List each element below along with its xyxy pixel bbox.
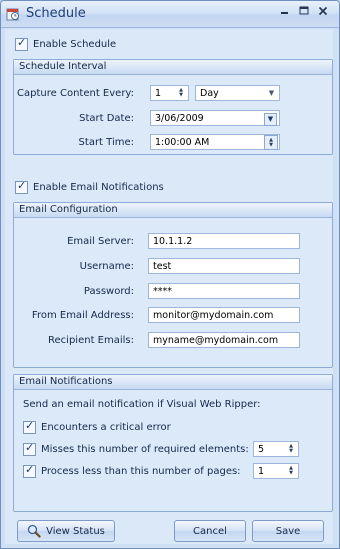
username-label: Username: bbox=[79, 261, 134, 272]
start-date-label: Start Date: bbox=[79, 113, 134, 124]
start-time-label: Start Time: bbox=[78, 137, 134, 148]
calendar-dropdown-icon[interactable]: ▼ bbox=[264, 113, 277, 126]
checkbox-box[interactable]: ✓ bbox=[15, 178, 28, 194]
check-icon: ✓ bbox=[17, 178, 27, 192]
start-date-value: 3/06/2009 bbox=[155, 113, 204, 124]
enable-email-label: Enable Email Notifications bbox=[33, 181, 164, 193]
title-bar[interactable]: Schedule bbox=[1, 1, 339, 28]
recipient-emails-label: Recipient Emails: bbox=[48, 335, 134, 346]
email-configuration-group: Email Configuration Email Server: 10.1.1… bbox=[13, 202, 333, 368]
few-pages-spinner[interactable]: 1 ▲ ▼ bbox=[253, 463, 299, 479]
missing-elements-spinner[interactable]: 5 ▲ ▼ bbox=[253, 441, 299, 457]
few-pages-checkbox[interactable]: ✓ Process less than this number of pages… bbox=[23, 463, 241, 479]
capture-every-spinner[interactable]: 1 ▲ ▼ bbox=[150, 85, 189, 101]
cancel-label: Cancel bbox=[193, 525, 227, 537]
critical-error-checkbox[interactable]: ✓ Encounters a critical error bbox=[23, 419, 171, 435]
capture-every-label: Capture Content Every: bbox=[17, 88, 134, 99]
email-server-input[interactable]: 10.1.1.2 bbox=[148, 233, 300, 249]
maximize-button[interactable] bbox=[295, 5, 313, 21]
missing-elements-value: 5 bbox=[258, 444, 265, 455]
from-email-input[interactable]: monitor@mydomain.com bbox=[148, 307, 300, 323]
password-input[interactable]: **** bbox=[148, 283, 300, 299]
capture-unit-dropdown[interactable]: Day ▼ bbox=[195, 85, 280, 101]
view-status-button[interactable]: View Status bbox=[17, 520, 115, 542]
enable-email-checkbox[interactable]: ✓ Enable Email Notifications bbox=[15, 179, 164, 195]
dialog-content: ✓ Enable Schedule Schedule Interval Capt… bbox=[5, 29, 333, 544]
notification-intro-text: Send an email notification if Visual Web… bbox=[23, 399, 261, 410]
chevron-down-icon[interactable]: ▼ bbox=[266, 88, 277, 99]
email-notifications-group: Email Notifications Send an email notifi… bbox=[13, 374, 333, 512]
cancel-button[interactable]: Cancel bbox=[174, 520, 246, 542]
group-header: Email Notifications bbox=[14, 375, 332, 390]
enable-schedule-checkbox[interactable]: ✓ Enable Schedule bbox=[15, 36, 116, 52]
username-input[interactable]: test bbox=[148, 258, 300, 274]
save-label: Save bbox=[275, 525, 301, 537]
email-server-label: Email Server: bbox=[67, 236, 134, 247]
start-date-picker[interactable]: 3/06/2009 ▼ bbox=[150, 110, 280, 126]
schedule-interval-group: Schedule Interval Capture Content Every:… bbox=[13, 59, 333, 155]
missing-elements-checkbox[interactable]: ✓ Misses this number of required element… bbox=[23, 441, 249, 457]
close-button[interactable] bbox=[314, 5, 332, 21]
magnifier-icon bbox=[27, 524, 41, 538]
start-time-value: 1:00:00 AM bbox=[155, 137, 210, 148]
group-header: Schedule Interval bbox=[14, 60, 332, 75]
check-icon: ✓ bbox=[25, 418, 35, 432]
spin-arrows-icon[interactable]: ▲ ▼ bbox=[285, 443, 297, 455]
minimize-button[interactable] bbox=[276, 5, 294, 21]
checkbox-box[interactable]: ✓ bbox=[23, 418, 36, 434]
spin-arrows-icon[interactable]: ▲ ▼ bbox=[285, 465, 297, 477]
save-button[interactable]: Save bbox=[252, 520, 324, 542]
password-label: Password: bbox=[83, 286, 134, 297]
group-header: Email Configuration bbox=[14, 203, 332, 218]
few-pages-value: 1 bbox=[258, 466, 265, 477]
spin-arrows-icon[interactable]: ▲ ▼ bbox=[264, 135, 278, 150]
recipient-emails-input[interactable]: myname@mydomain.com bbox=[148, 332, 300, 348]
checkbox-box[interactable]: ✓ bbox=[23, 440, 36, 456]
from-email-label: From Email Address: bbox=[31, 310, 134, 321]
capture-unit-value: Day bbox=[200, 88, 219, 99]
check-icon: ✓ bbox=[25, 462, 35, 476]
view-status-label: View Status bbox=[46, 525, 105, 537]
capture-every-value: 1 bbox=[155, 88, 162, 99]
check-icon: ✓ bbox=[25, 440, 35, 454]
schedule-window: Schedule ✓ Enable Schedule Schedule Inte… bbox=[0, 0, 340, 549]
enable-schedule-label: Enable Schedule bbox=[33, 38, 117, 50]
checkbox-box[interactable]: ✓ bbox=[23, 462, 36, 478]
few-pages-label: Process less than this number of pages: bbox=[41, 465, 241, 477]
spin-arrows-icon[interactable]: ▲ ▼ bbox=[175, 87, 187, 99]
check-icon: ✓ bbox=[17, 35, 27, 49]
schedule-app-icon bbox=[6, 7, 20, 21]
start-time-spinner[interactable]: 1:00:00 AM ▲ ▼ bbox=[150, 134, 280, 150]
window-title: Schedule bbox=[26, 6, 86, 21]
checkbox-box[interactable]: ✓ bbox=[15, 35, 28, 51]
critical-error-label: Encounters a critical error bbox=[41, 421, 171, 433]
missing-elements-label: Misses this number of required elements: bbox=[41, 443, 249, 455]
